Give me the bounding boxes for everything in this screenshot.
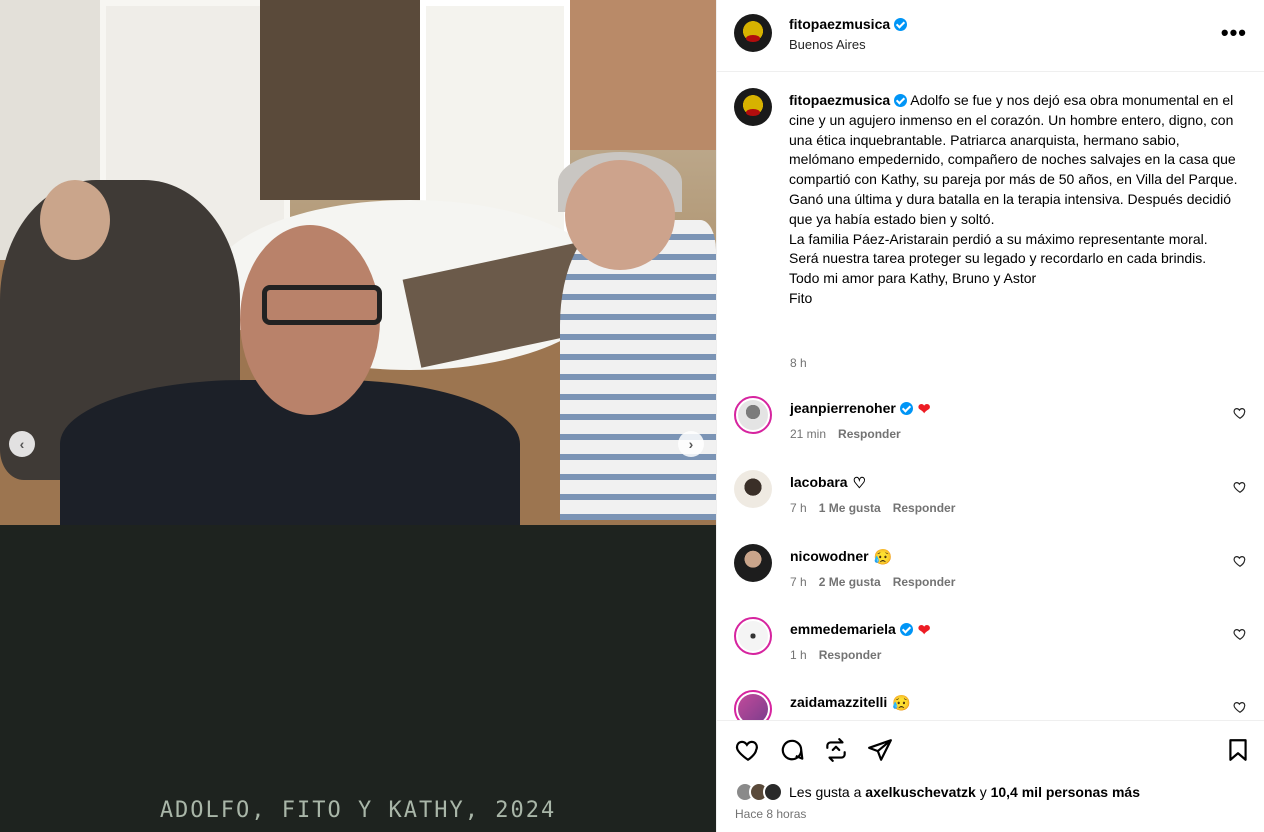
comment-meta: 7 h 1 Me gusta Responder <box>790 501 967 515</box>
comment-icon[interactable] <box>779 737 805 763</box>
heart-icon[interactable] <box>1233 480 1247 494</box>
author-avatar[interactable] <box>734 14 772 52</box>
post-time-ago[interactable]: Hace 8 horas <box>735 807 806 821</box>
image-caption-text: ADOLFO, FITO Y KATHY, 2024 <box>159 798 557 823</box>
heart-emoji: ❤ <box>917 401 931 418</box>
caption-username[interactable]: fitopaezmusica <box>789 92 890 108</box>
comment-item: emmedemariela ❤ 1 h Responder <box>717 617 1264 687</box>
more-options-icon[interactable]: ••• <box>1221 20 1247 46</box>
author-username[interactable]: fitopaezmusica <box>789 16 908 32</box>
likes-others[interactable]: 10,4 mil personas más <box>991 784 1140 800</box>
commenter-avatar[interactable] <box>734 617 772 655</box>
repost-icon[interactable] <box>823 737 849 763</box>
verified-badge-icon <box>899 402 913 415</box>
comment-time: 1 h <box>790 648 807 662</box>
commenter-username[interactable]: emmedemariela ❤ <box>790 621 930 639</box>
post-header: fitopaezmusica Buenos Aires ••• <box>717 0 1264 72</box>
heart-icon[interactable] <box>1233 700 1247 714</box>
heart-icon[interactable] <box>1233 554 1247 568</box>
comment-item: zaidamazzitelli 😥 <box>717 690 1264 720</box>
comment-likes[interactable]: 2 Me gusta <box>819 575 881 589</box>
send-icon[interactable] <box>867 737 893 763</box>
post-actions: Les gusta a axelkuschevatzk y 10,4 mil p… <box>717 720 1264 832</box>
comment-likes[interactable]: 1 Me gusta <box>819 501 881 515</box>
verified-badge-icon <box>894 18 908 31</box>
comment-time: 7 h <box>790 501 807 515</box>
heart-icon[interactable] <box>735 737 761 763</box>
reply-button[interactable]: Responder <box>838 427 901 441</box>
post-sidebar: fitopaezmusica Buenos Aires ••• fitopaez… <box>716 0 1264 832</box>
instagram-post-view: ‹ › ADOLFO, FITO Y KATHY, 2024 fitopaezm… <box>0 0 1264 832</box>
verified-badge-icon <box>894 94 908 107</box>
heart-icon[interactable] <box>1233 406 1247 420</box>
sad-face-emoji: 😥 <box>873 549 893 566</box>
commenter-username[interactable]: zaidamazzitelli 😥 <box>790 694 911 712</box>
liker-avatar <box>763 782 783 802</box>
comment-item: lacobara ♡ 7 h 1 Me gusta Responder <box>717 470 1264 540</box>
likes-text: Les gusta a axelkuschevatzk y 10,4 mil p… <box>789 784 1140 800</box>
reply-button[interactable]: Responder <box>893 501 956 515</box>
commenter-username[interactable]: lacobara ♡ <box>790 474 866 492</box>
reply-button[interactable]: Responder <box>893 575 956 589</box>
comment-meta: 1 h Responder <box>790 648 893 662</box>
post-photo <box>0 0 716 525</box>
comment-time: 7 h <box>790 575 807 589</box>
author-username-text[interactable]: fitopaezmusica <box>789 16 890 32</box>
caption-timestamp: 8 h <box>790 356 807 370</box>
heart-icon[interactable] <box>1233 627 1247 641</box>
heart-emoji: ❤ <box>917 622 931 639</box>
chevron-right-icon: › <box>688 436 694 452</box>
caption-body: Adolfo se fue y nos dejó esa obra monume… <box>789 92 1238 306</box>
verified-badge-icon <box>899 623 913 636</box>
carousel-prev-button[interactable]: ‹ <box>9 431 35 457</box>
caption-text: fitopaezmusica Adolfo se fue y nos dejó … <box>789 91 1239 309</box>
likes-connector: y <box>979 784 987 800</box>
comments-scroll-area[interactable]: fitopaezmusica Adolfo se fue y nos dejó … <box>717 72 1264 720</box>
commenter-avatar[interactable] <box>734 690 772 720</box>
comment-meta: 21 min Responder <box>790 427 913 441</box>
heart-emoji: ♡ <box>852 475 867 492</box>
comment-item: jeanpierrenoher ❤ 21 min Responder <box>717 396 1264 466</box>
sad-face-emoji: 😥 <box>892 695 911 712</box>
post-location[interactable]: Buenos Aires <box>789 37 866 52</box>
reply-button[interactable]: Responder <box>819 648 882 662</box>
bookmark-icon[interactable] <box>1225 737 1251 763</box>
comment-meta: 7 h 2 Me gusta Responder <box>790 575 967 589</box>
carousel-next-button[interactable]: › <box>678 431 704 457</box>
commenter-username[interactable]: nicowodner 😥 <box>790 548 892 566</box>
post-media: ‹ › ADOLFO, FITO Y KATHY, 2024 <box>0 0 716 832</box>
likes-summary[interactable]: Les gusta a axelkuschevatzk y 10,4 mil p… <box>735 781 1140 803</box>
likes-prefix: Les gusta a <box>789 784 862 800</box>
commenter-username[interactable]: jeanpierrenoher ❤ <box>790 400 930 418</box>
commenter-avatar[interactable] <box>734 470 772 508</box>
chevron-left-icon: ‹ <box>19 436 25 452</box>
commenter-avatar[interactable] <box>734 396 772 434</box>
comment-item: nicowodner 😥 7 h 2 Me gusta Responder <box>717 544 1264 614</box>
liker-username[interactable]: axelkuschevatzk <box>865 784 976 800</box>
commenter-avatar[interactable] <box>734 544 772 582</box>
caption-author-avatar[interactable] <box>734 88 772 126</box>
comment-time: 21 min <box>790 427 827 441</box>
